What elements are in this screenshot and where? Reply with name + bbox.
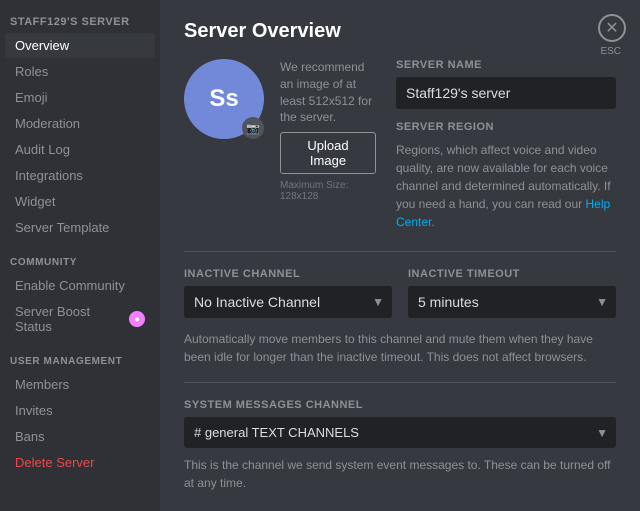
inactive-channel-label: INACTIVE CHANNEL bbox=[184, 268, 392, 280]
server-icon-initials: Ss bbox=[209, 85, 238, 113]
system-channel-select-wrap: # general TEXT CHANNELS ▼ bbox=[184, 417, 616, 448]
sidebar-item-widget[interactable]: Widget bbox=[5, 189, 155, 214]
sidebar: STAFF129'S SERVER Overview Roles Emoji M… bbox=[0, 0, 160, 511]
sidebar-label-emoji: Emoji bbox=[15, 90, 48, 105]
sidebar-label-roles: Roles bbox=[15, 64, 48, 79]
upload-image-button[interactable]: Upload Image bbox=[280, 132, 376, 174]
inactive-channel-col: INACTIVE CHANNEL No Inactive Channel ▼ bbox=[184, 268, 392, 318]
inactive-channel-select[interactable]: No Inactive Channel bbox=[184, 286, 392, 318]
sidebar-item-server-template[interactable]: Server Template bbox=[5, 215, 155, 240]
camera-icon: 📷 bbox=[242, 117, 264, 139]
top-row: Ss 📷 We recommend an image of at least 5… bbox=[184, 59, 616, 231]
server-region-description: Regions, which affect voice and video qu… bbox=[396, 141, 616, 231]
boost-badge: ● bbox=[129, 311, 145, 327]
icon-upload-info: We recommend an image of at least 512x51… bbox=[280, 59, 376, 202]
system-messages-section: SYSTEM MESSAGES CHANNEL # general TEXT C… bbox=[184, 399, 616, 511]
sidebar-label-server-boost-status: Server Boost Status bbox=[15, 304, 129, 334]
sidebar-label-enable-community: Enable Community bbox=[15, 278, 125, 293]
page-title: Server Overview bbox=[184, 20, 616, 43]
sidebar-label-server-template: Server Template bbox=[15, 220, 109, 235]
sidebar-item-audit-log[interactable]: Audit Log bbox=[5, 137, 155, 162]
divider-1 bbox=[184, 251, 616, 252]
close-button[interactable]: ✕ bbox=[598, 14, 626, 42]
sidebar-item-members[interactable]: Members bbox=[5, 372, 155, 397]
sidebar-label-invites: Invites bbox=[15, 403, 53, 418]
sidebar-item-roles[interactable]: Roles bbox=[5, 59, 155, 84]
sidebar-label-bans: Bans bbox=[15, 429, 45, 444]
community-section-header: COMMUNITY bbox=[0, 241, 160, 272]
server-icon-section: Ss 📷 We recommend an image of at least 5… bbox=[184, 59, 376, 202]
sidebar-item-moderation[interactable]: Moderation bbox=[5, 111, 155, 136]
icon-and-name-section: Ss 📷 We recommend an image of at least 5… bbox=[184, 59, 376, 231]
inactive-timeout-col: INACTIVE TIMEOUT 5 minutes ▼ bbox=[408, 268, 616, 318]
sidebar-label-audit-log: Audit Log bbox=[15, 142, 70, 157]
sidebar-label-overview: Overview bbox=[15, 38, 69, 53]
server-name-input[interactable] bbox=[396, 77, 616, 109]
server-region-label: SERVER REGION bbox=[396, 121, 616, 133]
sidebar-server-name: STAFF129'S SERVER bbox=[0, 10, 160, 32]
inactive-timeout-select[interactable]: 5 minutes bbox=[408, 286, 616, 318]
inactive-timeout-label: INACTIVE TIMEOUT bbox=[408, 268, 616, 280]
upload-hint-text: We recommend an image of at least 512x51… bbox=[280, 59, 376, 126]
server-icon: Ss 📷 bbox=[184, 59, 264, 139]
sidebar-label-members: Members bbox=[15, 377, 69, 392]
esc-label: ESC bbox=[600, 46, 621, 57]
inactive-settings-row: INACTIVE CHANNEL No Inactive Channel ▼ I… bbox=[184, 268, 616, 318]
server-name-region-section: SERVER NAME SERVER REGION Regions, which… bbox=[396, 59, 616, 231]
system-messages-hint: This is the channel we send system event… bbox=[184, 456, 616, 492]
inactive-timeout-select-wrap: 5 minutes ▼ bbox=[408, 286, 616, 318]
sidebar-item-delete-server[interactable]: ➜ Delete Server bbox=[5, 450, 155, 475]
sidebar-label-delete-server: Delete Server bbox=[15, 455, 94, 470]
sidebar-label-integrations: Integrations bbox=[15, 168, 83, 183]
sidebar-label-moderation: Moderation bbox=[15, 116, 80, 131]
system-messages-label: SYSTEM MESSAGES CHANNEL bbox=[184, 399, 616, 411]
main-content: ✕ ESC Server Overview Ss 📷 We recommend … bbox=[160, 0, 640, 511]
sidebar-item-emoji[interactable]: Emoji bbox=[5, 85, 155, 110]
sidebar-item-server-boost-status[interactable]: Server Boost Status ● bbox=[5, 299, 155, 339]
sidebar-item-bans[interactable]: Bans bbox=[5, 424, 155, 449]
inactive-channel-select-wrap: No Inactive Channel ▼ bbox=[184, 286, 392, 318]
sidebar-item-integrations[interactable]: Integrations bbox=[5, 163, 155, 188]
divider-2 bbox=[184, 382, 616, 383]
user-management-section-header: USER MANAGEMENT bbox=[0, 340, 160, 371]
inactive-hint-text: Automatically move members to this chann… bbox=[184, 330, 616, 366]
system-channel-select[interactable]: # general TEXT CHANNELS bbox=[184, 417, 616, 448]
sidebar-item-overview[interactable]: Overview bbox=[5, 33, 155, 58]
sidebar-label-widget: Widget bbox=[15, 194, 55, 209]
sidebar-item-enable-community[interactable]: Enable Community bbox=[5, 273, 155, 298]
server-name-label: SERVER NAME bbox=[396, 59, 616, 71]
max-size-label: Maximum Size: 128x128 bbox=[280, 180, 376, 202]
sidebar-item-invites[interactable]: Invites bbox=[5, 398, 155, 423]
